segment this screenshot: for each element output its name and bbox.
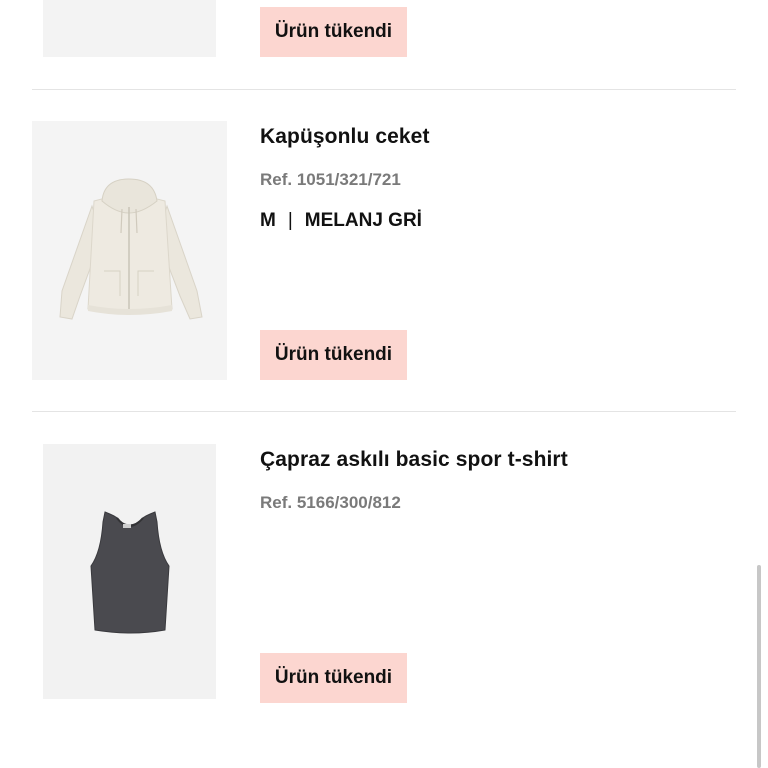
tank-top-icon bbox=[90, 511, 170, 634]
sold-out-badge: Ürün tükendi bbox=[260, 653, 407, 703]
product-name[interactable]: Çapraz askılı basic spor t-shirt bbox=[260, 448, 568, 472]
scrollbar[interactable] bbox=[757, 565, 761, 768]
product-image[interactable] bbox=[43, 444, 216, 699]
product-ref: Ref. 5166/300/812 bbox=[260, 493, 401, 512]
product-item: Çapraz askılı basic spor t-shirt Ref. 51… bbox=[0, 0, 768, 768]
